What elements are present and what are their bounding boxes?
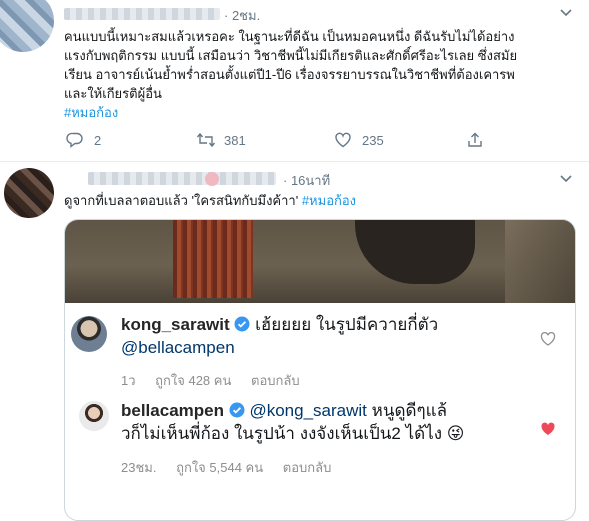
comment-text-continued: วก็ไม่เห็นพี่ก้อง ในรูปน้า งงจังเห็นเป็น…: [121, 423, 465, 445]
caret-down-icon[interactable]: [559, 6, 573, 20]
tweet-text-line: คนแบบนี้เหมาะสมแล้วเหรอคะ ในฐานะที่ดีฉัน…: [64, 29, 515, 44]
reply-icon: [66, 131, 84, 149]
avatar[interactable]: [79, 401, 109, 431]
reply-link[interactable]: ตอบกลับ: [283, 460, 332, 475]
comment-time: 1ว: [121, 373, 136, 388]
tweet-time[interactable]: · 16นาที: [283, 170, 330, 191]
verified-icon: [229, 402, 245, 418]
heart-outline-icon: [334, 131, 352, 149]
verified-badge-blurred: [205, 172, 219, 186]
retweet-count: 381: [224, 132, 246, 148]
comment-mention[interactable]: @bellacampen: [121, 337, 235, 359]
retweet-action[interactable]: 381: [196, 131, 246, 149]
comment-time: 23ชม.: [121, 460, 157, 475]
hashtag-link[interactable]: #หมอก้อง: [64, 103, 574, 122]
photo-rock: [505, 220, 575, 303]
comment-line: bellacampen @kong_sarawit หนูดูดีๆแล้: [121, 400, 447, 422]
tweet-text-body: ดูจากที่เบลลาตอบแล้ว 'ใครสนิทกับมึงค้าา': [64, 193, 299, 208]
comment-likes[interactable]: ถูกใจ 428 คน: [155, 373, 231, 388]
comment-likes[interactable]: ถูกใจ 5,544 คน: [176, 460, 263, 475]
comment-text: วก็ไม่เห็นพี่ก้อง ในรูปน้า งงจังเห็นเป็น…: [121, 424, 443, 443]
retweet-icon: [196, 131, 216, 149]
comment-meta: 1ว ถูกใจ 428 คน ตอบกลับ: [121, 370, 300, 391]
avatar[interactable]: [71, 316, 107, 352]
comment-line: kong_sarawit เฮ้ยยยย ในรูปมีควายกี่ตัว: [121, 314, 438, 336]
tweet-text-line: เรียน อาจารย์เน้นย้ำพร่ำสอนตั้งแต่ปี1-ปี…: [64, 67, 515, 82]
caret-down-icon[interactable]: [559, 172, 573, 186]
tweet-text-line: และให้เกียรติผู้อื่น: [64, 86, 162, 101]
hashtag-link[interactable]: #หมอก้อง: [302, 193, 356, 208]
divider: [0, 161, 589, 162]
comment-text: เฮ้ยยยย ในรูปมีควายกี่ตัว: [255, 315, 439, 334]
photo-background: [65, 220, 575, 303]
comment-mention[interactable]: @kong_sarawit: [249, 401, 366, 420]
winking-tongue-emoji: 😜: [446, 424, 465, 443]
like-count: 235: [362, 132, 384, 148]
tweet-time[interactable]: · 2ชม.: [224, 5, 260, 26]
username-redacted[interactable]: [88, 172, 276, 185]
reply-link[interactable]: ตอบกลับ: [251, 373, 300, 388]
embedded-image[interactable]: kong_sarawit เฮ้ยยยย ในรูปมีควายกี่ตัว @…: [64, 219, 576, 521]
avatar[interactable]: [0, 0, 54, 52]
tweet-text: คนแบบนี้เหมาะสมแล้วเหรอคะ ในฐานะที่ดีฉัน…: [64, 27, 574, 122]
photo-cloth: [173, 220, 253, 298]
share-icon[interactable]: [466, 131, 484, 149]
comment-text: หนูดูดีๆแล้: [371, 401, 448, 420]
heart-filled-icon[interactable]: [540, 421, 556, 437]
like-action[interactable]: 235: [334, 131, 384, 149]
comment-username[interactable]: kong_sarawit: [121, 315, 230, 334]
verified-icon: [234, 316, 250, 332]
tweet-text: ดูจากที่เบลลาตอบแล้ว 'ใครสนิทกับมึงค้าา'…: [64, 191, 356, 210]
comment-username[interactable]: bellacampen: [121, 401, 224, 420]
heart-outline-icon[interactable]: [540, 331, 556, 347]
avatar[interactable]: [4, 168, 54, 218]
tweet-text-line: แรงกับพฤติกรรม แบบนี้ เสมือนว่า วิชาชีพน…: [64, 48, 518, 63]
comment-meta: 23ชม. ถูกใจ 5,544 คน ตอบกลับ: [121, 457, 331, 478]
reply-action[interactable]: 2: [66, 131, 101, 149]
reply-count: 2: [94, 132, 102, 148]
username-redacted[interactable]: [64, 8, 220, 20]
